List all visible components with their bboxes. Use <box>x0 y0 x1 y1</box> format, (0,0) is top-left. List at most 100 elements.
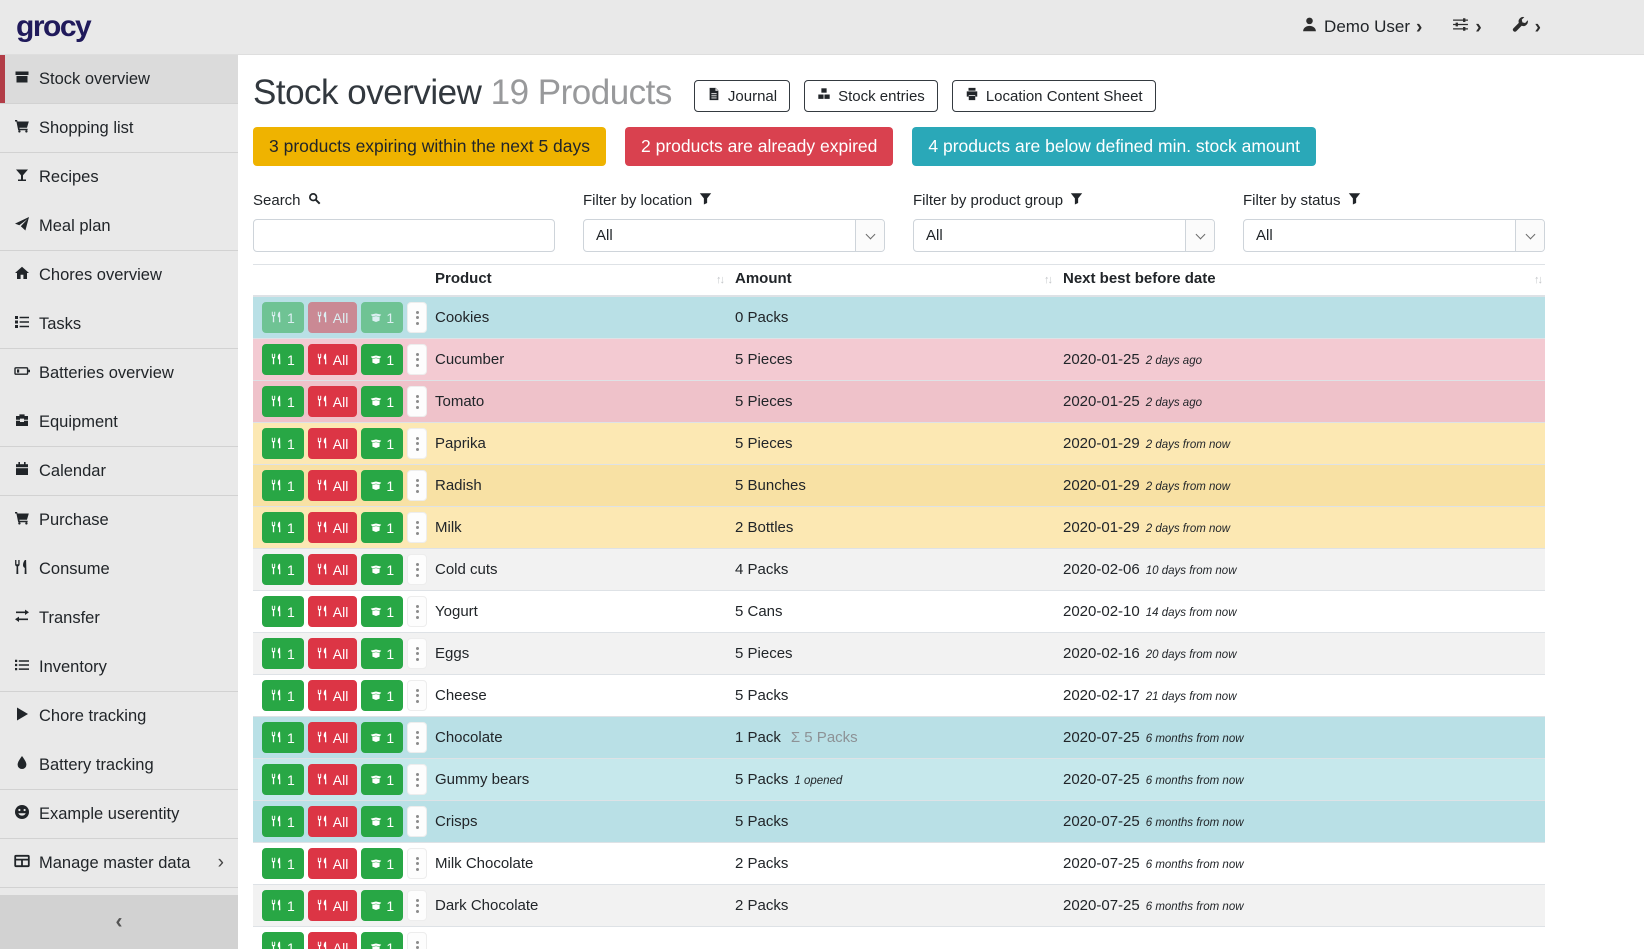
open-one-button[interactable]: 1 <box>361 344 403 375</box>
open-one-button[interactable]: 1 <box>361 596 403 627</box>
sidebar-item-tasks[interactable]: Tasks <box>0 300 238 349</box>
open-one-button[interactable]: 1 <box>361 512 403 543</box>
open-one-button[interactable]: 1 <box>361 806 403 837</box>
consume-one-button[interactable]: 1 <box>262 302 304 333</box>
row-menu-button[interactable] <box>407 722 427 753</box>
sort-icon[interactable]: ↑↓ <box>1044 274 1051 286</box>
consume-all-button[interactable]: All <box>308 554 358 585</box>
sidebar-item-meal-plan[interactable]: Meal plan <box>0 202 238 251</box>
row-menu-button[interactable] <box>407 428 427 459</box>
open-one-button[interactable]: 1 <box>361 386 403 417</box>
user-menu[interactable]: Demo User › <box>1301 16 1422 38</box>
open-one-button[interactable]: 1 <box>361 848 403 879</box>
row-menu-button[interactable] <box>407 848 427 879</box>
consume-one-button[interactable]: 1 <box>262 638 304 669</box>
consume-all-button[interactable]: All <box>308 932 358 949</box>
row-menu-button[interactable] <box>407 386 427 417</box>
open-one-button[interactable]: 1 <box>361 428 403 459</box>
location-filter-select[interactable]: All <box>583 219 885 252</box>
expired-banner[interactable]: 2 products are already expired <box>625 127 893 166</box>
consume-all-button[interactable]: All <box>308 386 358 417</box>
consume-all-button[interactable]: All <box>308 596 358 627</box>
row-menu-button[interactable] <box>407 554 427 585</box>
consume-one-button[interactable]: 1 <box>262 512 304 543</box>
sidebar-item-transfer[interactable]: Transfer <box>0 594 238 643</box>
consume-all-button[interactable]: All <box>308 344 358 375</box>
sidebar-item-manage-master-data[interactable]: Manage master data› <box>0 839 238 888</box>
consume-all-button[interactable]: All <box>308 722 358 753</box>
row-menu-button[interactable] <box>407 302 427 333</box>
consume-all-button[interactable]: All <box>308 764 358 795</box>
sidebar-item-equipment[interactable]: Equipment <box>0 398 238 447</box>
consume-all-button[interactable]: All <box>308 890 358 921</box>
row-menu-button[interactable] <box>407 680 427 711</box>
open-one-button[interactable]: 1 <box>361 554 403 585</box>
amount-column-header[interactable]: Amount ↑↓ <box>727 265 1055 297</box>
row-menu-button[interactable] <box>407 764 427 795</box>
open-one-button[interactable]: 1 <box>361 890 403 921</box>
open-one-button[interactable]: 1 <box>361 680 403 711</box>
consume-one-button[interactable]: 1 <box>262 470 304 501</box>
consume-one-button[interactable]: 1 <box>262 932 304 949</box>
row-menu-button[interactable] <box>407 512 427 543</box>
row-menu-button[interactable] <box>407 344 427 375</box>
consume-one-button[interactable]: 1 <box>262 428 304 459</box>
consume-all-button[interactable]: All <box>308 302 358 333</box>
row-menu-button[interactable] <box>407 890 427 921</box>
open-one-button[interactable]: 1 <box>361 722 403 753</box>
consume-one-button[interactable]: 1 <box>262 680 304 711</box>
consume-one-button[interactable]: 1 <box>262 722 304 753</box>
best-before-column-header[interactable]: Next best before date ↑↓ <box>1055 265 1545 297</box>
consume-all-button[interactable]: All <box>308 848 358 879</box>
consume-one-button[interactable]: 1 <box>262 806 304 837</box>
expiring-banner[interactable]: 3 products expiring within the next 5 da… <box>253 127 606 166</box>
sidebar-item-stock-overview[interactable]: Stock overview <box>0 55 238 104</box>
row-menu-button[interactable] <box>407 932 427 949</box>
consume-all-button[interactable]: All <box>308 806 358 837</box>
consume-one-button[interactable]: 1 <box>262 764 304 795</box>
row-menu-button[interactable] <box>407 638 427 669</box>
search-input[interactable] <box>253 219 555 252</box>
status-filter-select[interactable]: All <box>1243 219 1545 252</box>
sidebar-collapse-button[interactable]: ‹ <box>0 895 238 949</box>
sidebar-item-chores-overview[interactable]: Chores overview <box>0 251 238 300</box>
consume-all-button[interactable]: All <box>308 512 358 543</box>
sidebar-item-batteries-overview[interactable]: Batteries overview <box>0 349 238 398</box>
row-menu-button[interactable] <box>407 806 427 837</box>
sidebar-item-inventory[interactable]: Inventory <box>0 643 238 692</box>
consume-one-button[interactable]: 1 <box>262 344 304 375</box>
sort-icon[interactable]: ↑↓ <box>1534 274 1541 286</box>
open-one-button[interactable]: 1 <box>361 302 403 333</box>
sidebar-item-consume[interactable]: Consume <box>0 545 238 594</box>
consume-one-button[interactable]: 1 <box>262 848 304 879</box>
consume-one-button[interactable]: 1 <box>262 554 304 585</box>
sidebar-item-purchase[interactable]: Purchase <box>0 496 238 545</box>
journal-button[interactable]: Journal <box>694 80 790 112</box>
sort-icon[interactable]: ↑↓ <box>716 274 723 286</box>
open-one-button[interactable]: 1 <box>361 470 403 501</box>
admin-menu[interactable]: › <box>1512 16 1541 38</box>
open-one-button[interactable]: 1 <box>361 764 403 795</box>
app-logo[interactable]: grocy <box>16 10 90 44</box>
row-menu-button[interactable] <box>407 596 427 627</box>
product-group-filter-select[interactable]: All <box>913 219 1215 252</box>
sidebar-item-recipes[interactable]: Recipes <box>0 153 238 202</box>
sidebar-item-chore-tracking[interactable]: Chore tracking <box>0 692 238 741</box>
sidebar-item-example-userentity[interactable]: Example userentity <box>0 790 238 839</box>
consume-all-button[interactable]: All <box>308 428 358 459</box>
open-one-button[interactable]: 1 <box>361 638 403 669</box>
consume-one-button[interactable]: 1 <box>262 386 304 417</box>
sidebar-item-battery-tracking[interactable]: Battery tracking <box>0 741 238 790</box>
consume-all-button[interactable]: All <box>308 470 358 501</box>
below-min-stock-banner[interactable]: 4 products are below defined min. stock … <box>912 127 1316 166</box>
location-content-sheet-button[interactable]: Location Content Sheet <box>952 80 1156 112</box>
settings-menu[interactable]: › <box>1452 16 1481 38</box>
open-one-button[interactable]: 1 <box>361 932 403 949</box>
consume-one-button[interactable]: 1 <box>262 596 304 627</box>
product-column-header[interactable]: Product ↑↓ <box>427 265 727 297</box>
consume-one-button[interactable]: 1 <box>262 890 304 921</box>
consume-all-button[interactable]: All <box>308 638 358 669</box>
sidebar-item-shopping-list[interactable]: Shopping list <box>0 104 238 153</box>
stock-entries-button[interactable]: Stock entries <box>804 80 938 112</box>
row-menu-button[interactable] <box>407 470 427 501</box>
